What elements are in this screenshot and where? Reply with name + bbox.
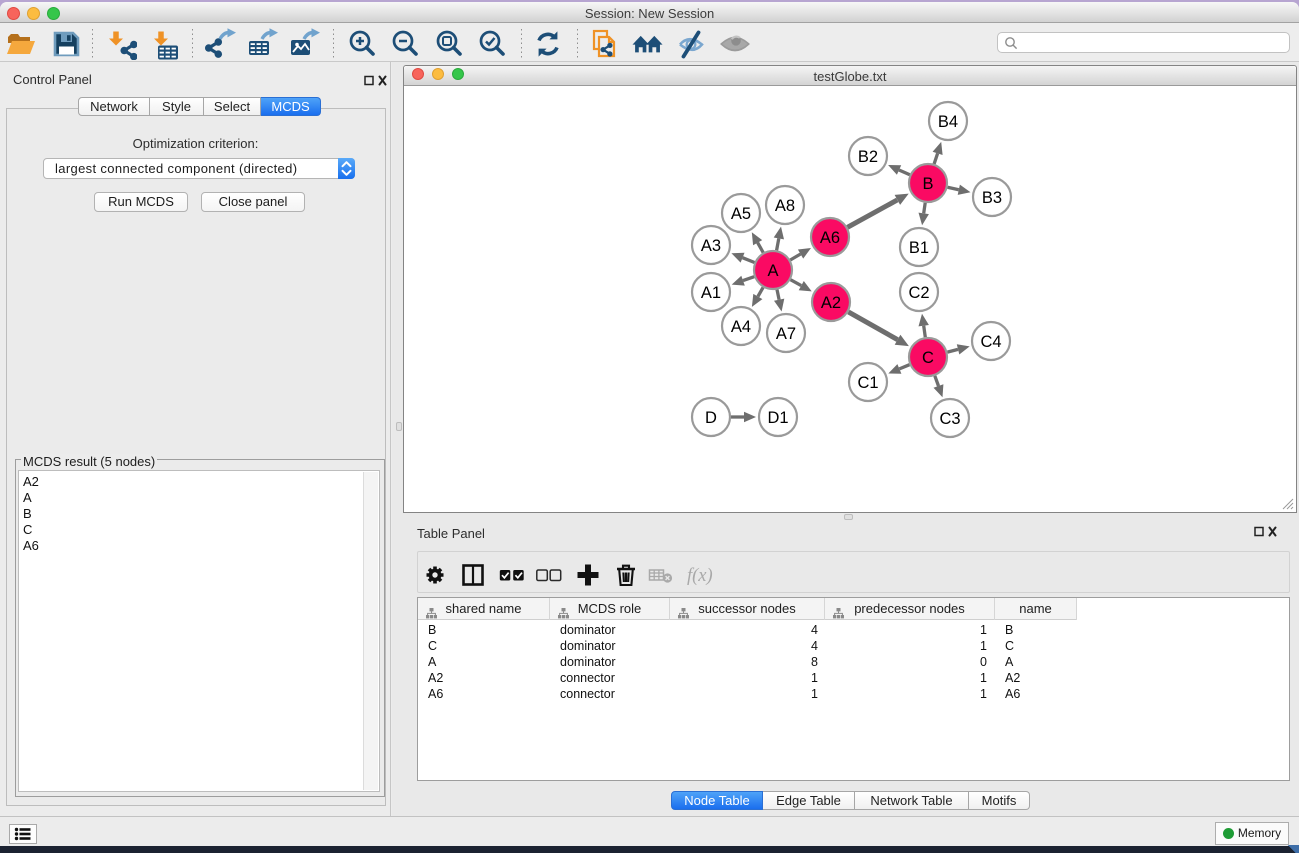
svg-text:B2: B2 bbox=[858, 148, 878, 166]
svg-text:A5: A5 bbox=[731, 205, 751, 223]
svg-text:B1: B1 bbox=[909, 239, 929, 257]
svg-text:A6: A6 bbox=[820, 229, 840, 247]
svg-text:A4: A4 bbox=[731, 318, 751, 336]
svg-text:A1: A1 bbox=[701, 284, 721, 302]
svg-text:B4: B4 bbox=[938, 113, 958, 131]
svg-text:C1: C1 bbox=[857, 374, 878, 392]
svg-text:A2: A2 bbox=[821, 294, 841, 312]
svg-text:A3: A3 bbox=[701, 237, 721, 255]
svg-text:B: B bbox=[922, 175, 933, 193]
svg-text:A: A bbox=[767, 262, 778, 280]
svg-text:B3: B3 bbox=[982, 189, 1002, 207]
svg-text:C2: C2 bbox=[908, 284, 929, 302]
svg-text:D: D bbox=[705, 409, 717, 427]
svg-text:f(x): f(x) bbox=[687, 566, 713, 586]
svg-text:A7: A7 bbox=[776, 325, 796, 343]
svg-text:A8: A8 bbox=[775, 197, 795, 215]
svg-text:C3: C3 bbox=[939, 410, 960, 428]
svg-text:C4: C4 bbox=[980, 333, 1001, 351]
svg-text:D1: D1 bbox=[767, 409, 788, 427]
svg-text:C: C bbox=[922, 349, 934, 367]
